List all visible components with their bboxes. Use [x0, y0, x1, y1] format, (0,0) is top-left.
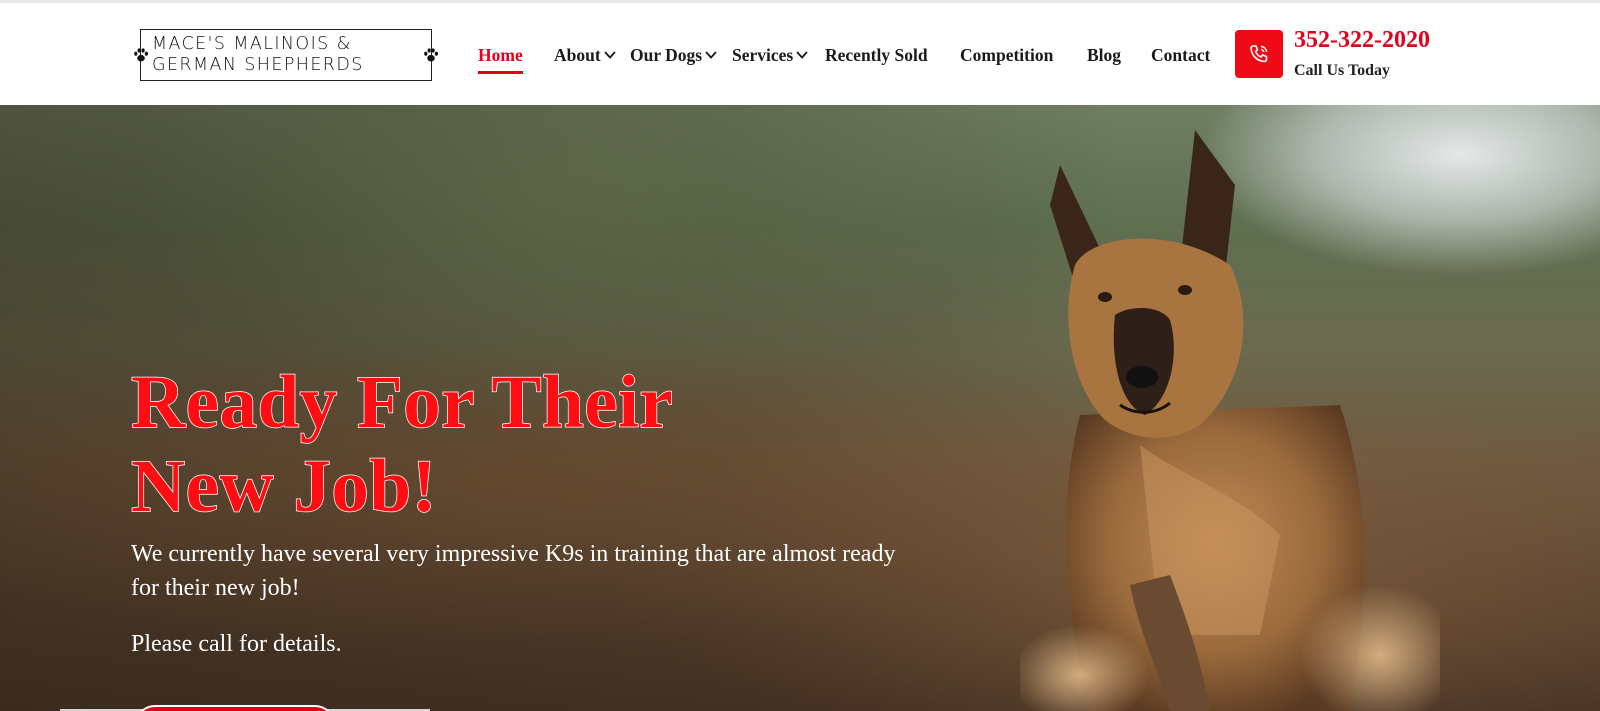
hero-title-line-2: New Job!	[130, 444, 438, 529]
hero-cta-button[interactable]	[135, 705, 335, 711]
chevron-down-icon	[604, 51, 616, 60]
dog-photo	[1020, 130, 1440, 711]
nav-item-recently-sold[interactable]: Recently Sold	[825, 43, 928, 73]
nav-label: Contact	[1151, 45, 1211, 65]
hero-title-line-1: Ready For Their	[130, 360, 674, 445]
site-header: Mace's Malinois & German Shepherds Home …	[0, 3, 1600, 105]
hero-description: We currently have several very impressiv…	[131, 541, 896, 601]
nav-label: Home	[478, 45, 523, 65]
logo-line-2: German Shepherds	[152, 55, 364, 75]
hero-banner: Ready For Their New Job! We currently ha…	[0, 105, 1600, 711]
hero-call-note: Please call for details.	[131, 631, 342, 657]
site-logo[interactable]: Mace's Malinois & German Shepherds	[132, 26, 440, 84]
phone-icon	[1250, 45, 1268, 63]
nav-item-our-dogs[interactable]: Our Dogs	[630, 43, 718, 73]
phone-number-link[interactable]: 352-322-2020	[1294, 27, 1430, 54]
chevron-down-icon	[705, 51, 717, 60]
chevron-down-icon	[796, 51, 808, 60]
paw-print-icon	[424, 48, 439, 62]
hero-title: Ready For Their New Job!	[130, 360, 831, 529]
nav-item-about[interactable]: About	[554, 43, 617, 73]
nav-item-home[interactable]: Home	[478, 43, 523, 74]
nav-item-competition[interactable]: Competition	[960, 43, 1053, 73]
nav-label: Recently Sold	[825, 45, 928, 65]
nav-item-services[interactable]: Services	[732, 43, 809, 73]
call-us-label: Call Us Today	[1294, 62, 1391, 79]
logo-text: Mace's Malinois & German Shepherds	[152, 34, 422, 76]
nav-label: About	[554, 45, 601, 65]
logo-line-1: Mace's Malinois &	[152, 34, 352, 54]
nav-label: Blog	[1087, 45, 1122, 65]
phone-button[interactable]	[1235, 30, 1283, 78]
nav-item-blog[interactable]: Blog	[1087, 43, 1121, 73]
nav-label: Services	[732, 45, 794, 65]
paw-print-icon	[134, 48, 149, 62]
nav-item-contact[interactable]: Contact	[1151, 43, 1210, 73]
nav-label: Competition	[960, 45, 1054, 65]
nav-label: Our Dogs	[630, 45, 703, 65]
